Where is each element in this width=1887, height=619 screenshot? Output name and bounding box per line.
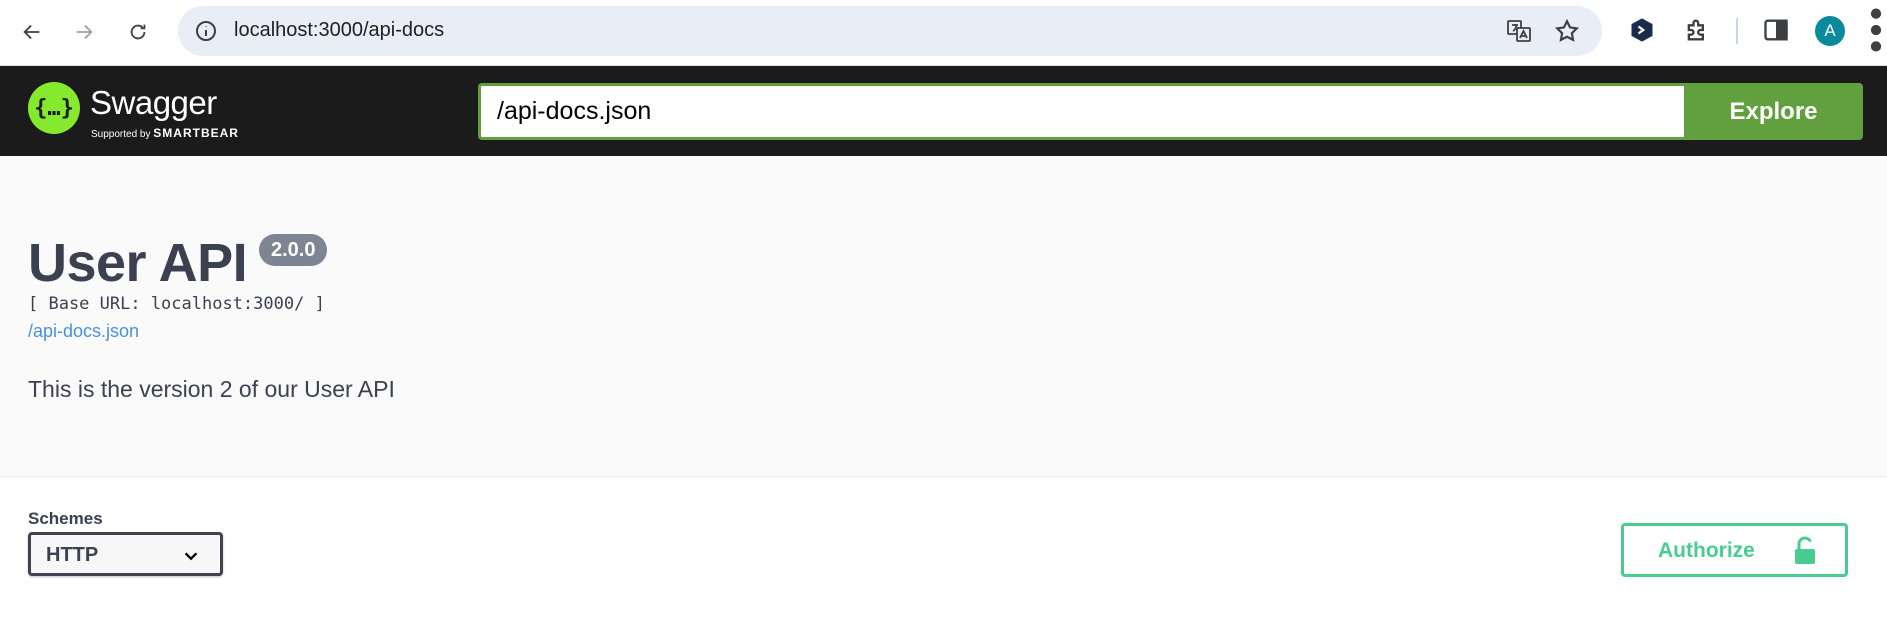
api-title: User API — [28, 233, 248, 293]
authorize-label: Authorize — [1658, 539, 1755, 562]
scheme-container: Schemes HTTP Authorize — [0, 476, 1887, 619]
forward-icon[interactable] — [66, 14, 102, 50]
browser-toolbar: localhost:3000/api-docs A — [0, 0, 1887, 66]
schemes-select[interactable]: HTTP — [28, 532, 223, 576]
swagger-logo[interactable]: {…} Swagger Supported by SMARTBEAR — [28, 82, 268, 140]
back-icon[interactable] — [14, 14, 50, 50]
profile-avatar[interactable]: A — [1815, 16, 1845, 46]
address-bar[interactable]: localhost:3000/api-docs — [178, 6, 1602, 56]
logo-name: Swagger — [90, 84, 217, 121]
spec-link[interactable]: /api-docs.json — [28, 321, 139, 342]
chevron-down-icon — [182, 547, 200, 565]
more-menu-icon[interactable] — [1869, 8, 1883, 52]
extension-devtools-icon[interactable] — [1628, 16, 1656, 44]
swagger-logo-icon: {…} — [28, 82, 80, 134]
side-panel-icon[interactable] — [1762, 16, 1790, 44]
explore-button[interactable]: Explore — [1684, 83, 1863, 140]
url-text[interactable]: localhost:3000/api-docs — [234, 19, 444, 42]
api-description: This is the version 2 of our User API — [28, 376, 395, 402]
bookmark-star-icon[interactable] — [1554, 18, 1580, 44]
version-badge: 2.0.0 — [259, 234, 328, 266]
swagger-topbar: {…} Swagger Supported by SMARTBEAR Explo… — [0, 66, 1887, 156]
spec-url-form: Explore — [478, 83, 1863, 140]
base-url: [ Base URL: localhost:3000/ ] — [28, 294, 325, 314]
site-info-icon[interactable] — [194, 19, 218, 43]
translate-icon[interactable] — [1506, 18, 1532, 44]
authorize-button[interactable]: Authorize — [1621, 523, 1848, 577]
api-info-section: User API 2.0.0 [ Base URL: localhost:300… — [0, 156, 1887, 476]
extensions-puzzle-icon[interactable] — [1683, 16, 1711, 44]
unlocked-lock-icon — [1792, 536, 1818, 566]
logo-supported-by: Supported by SMARTBEAR — [91, 126, 239, 140]
schemes-selected-value: HTTP — [46, 544, 99, 566]
spec-url-input[interactable] — [478, 83, 1684, 140]
toolbar-divider — [1736, 18, 1738, 44]
reload-icon[interactable] — [120, 14, 156, 50]
schemes-label: Schemes — [28, 509, 103, 528]
